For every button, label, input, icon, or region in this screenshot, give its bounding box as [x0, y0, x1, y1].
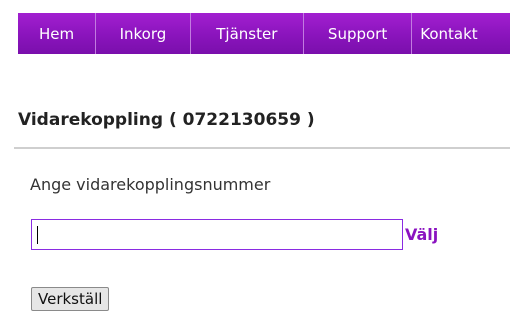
nav-item-tjanster[interactable]: Tjänster [191, 13, 304, 54]
forwarding-number-label: Ange vidarekopplingsnummer [30, 175, 271, 194]
text-caret [37, 226, 38, 244]
apply-button[interactable]: Verkställ [31, 287, 110, 311]
nav-item-support[interactable]: Support [304, 13, 413, 54]
choose-link[interactable]: Välj [405, 225, 438, 244]
top-navigation: Hem Inkorg Tjänster Support Kontakt [18, 13, 510, 54]
nav-item-kontakt[interactable]: Kontakt [412, 13, 510, 54]
forwarding-number-input[interactable] [31, 219, 403, 250]
page-title: Vidarekoppling ( 0722130659 ) [18, 110, 315, 130]
nav-item-inkorg[interactable]: Inkorg [96, 13, 191, 54]
divider [14, 147, 510, 149]
nav-item-hem[interactable]: Hem [18, 13, 97, 54]
